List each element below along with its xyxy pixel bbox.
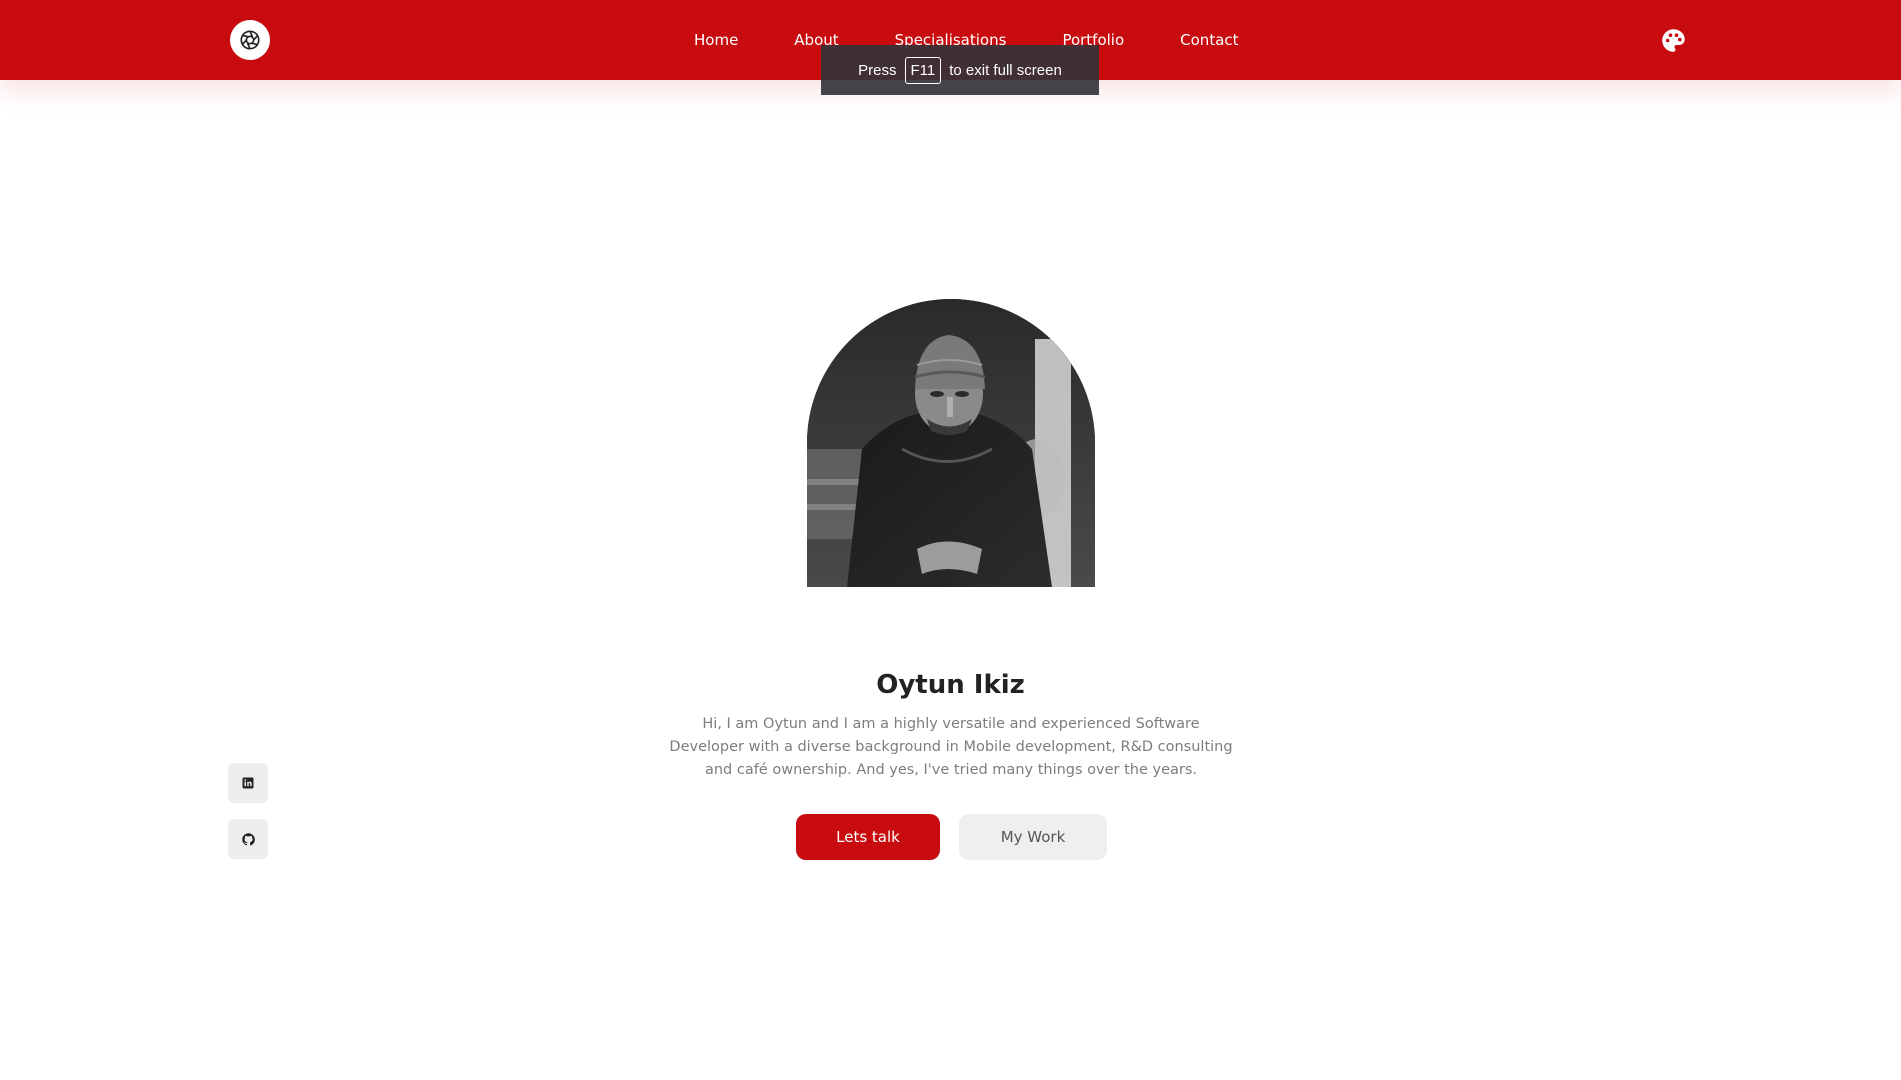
fullscreen-notice: Press F11 to exit full screen	[821, 45, 1099, 95]
lets-talk-button[interactable]: Lets talk	[796, 814, 940, 860]
nav-contact[interactable]: Contact	[1180, 31, 1238, 49]
hero-name: Oytun Ikiz	[876, 670, 1025, 700]
fullscreen-notice-prefix: Press	[858, 61, 897, 79]
linkedin-link[interactable]	[228, 763, 268, 803]
aperture-logo-icon	[240, 30, 260, 50]
profile-photo	[807, 299, 1095, 587]
linkedin-icon	[242, 777, 254, 789]
fullscreen-key-badge: F11	[904, 56, 942, 84]
nav-home[interactable]: Home	[694, 31, 738, 49]
my-work-button[interactable]: My Work	[959, 814, 1107, 860]
theme-toggle-button[interactable]	[1660, 27, 1687, 54]
hero-bio: Hi, I am Oytun and I am a highly versati…	[669, 716, 1233, 778]
github-icon	[241, 832, 255, 846]
fullscreen-notice-suffix: to exit full screen	[949, 61, 1062, 79]
logo-button[interactable]	[230, 20, 270, 60]
github-link[interactable]	[228, 819, 268, 859]
palette-icon	[1662, 29, 1685, 52]
